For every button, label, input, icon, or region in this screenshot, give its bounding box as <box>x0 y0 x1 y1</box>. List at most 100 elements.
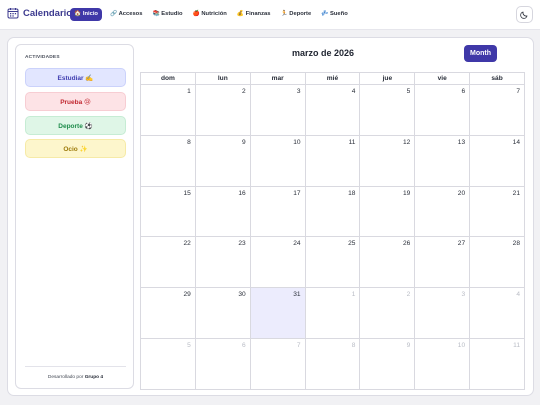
day-number: 2 <box>406 291 411 299</box>
day-cell[interactable]: 20 <box>415 186 471 238</box>
activity-prueba[interactable]: Prueba 😢 <box>25 92 126 111</box>
day-cell[interactable]: 19 <box>360 186 416 238</box>
day-cell[interactable]: 11 <box>305 135 361 187</box>
day-number: 24 <box>293 240 301 248</box>
day-cell-other-month[interactable]: 5 <box>141 339 196 390</box>
footer-group-name: Grupo 4 <box>84 375 104 380</box>
theme-toggle-button[interactable] <box>516 6 533 23</box>
day-number: 14 <box>512 138 520 146</box>
calendar-icon <box>7 7 19 19</box>
day-cell[interactable]: 2 <box>195 85 251 136</box>
day-number: 21 <box>512 189 520 197</box>
day-number: 9 <box>242 138 246 146</box>
sidebar-divider <box>25 366 126 367</box>
day-number: 9 <box>406 342 411 350</box>
day-cell-other-month[interactable]: 10 <box>415 339 471 390</box>
day-number: 6 <box>242 342 246 350</box>
day-number: 27 <box>457 240 466 248</box>
day-cell[interactable]: 26 <box>360 237 416 289</box>
day-cell-today[interactable]: 31 <box>250 288 306 340</box>
day-cell[interactable]: 3 <box>250 85 306 136</box>
day-number: 3 <box>296 88 301 95</box>
day-cell[interactable]: 6 <box>415 85 471 136</box>
day-cell-other-month[interactable]: 11 <box>470 339 525 390</box>
day-number: 23 <box>238 240 246 248</box>
day-cell[interactable]: 29 <box>141 288 196 340</box>
nav-item-accesos[interactable]: 🔗 Accesos <box>108 8 144 21</box>
day-number: 4 <box>516 291 520 299</box>
day-cell-other-month[interactable]: 7 <box>250 339 306 390</box>
day-cell[interactable]: 25 <box>305 237 361 289</box>
day-number: 1 <box>351 291 356 299</box>
day-cell[interactable]: 21 <box>470 186 525 238</box>
day-cell[interactable]: 1 <box>141 85 196 136</box>
day-cell[interactable]: 14 <box>470 135 525 187</box>
day-cell[interactable]: 17 <box>250 186 306 238</box>
weekday-header: mar <box>250 73 306 85</box>
brand[interactable]: Calendario <box>7 7 72 19</box>
day-number: 11 <box>513 342 520 350</box>
day-number: 26 <box>402 240 411 248</box>
day-cell-other-month[interactable]: 1 <box>305 288 361 340</box>
day-number: 17 <box>293 189 301 197</box>
day-cell-other-month[interactable]: 4 <box>470 288 525 340</box>
day-number: 31 <box>293 291 301 299</box>
day-cell[interactable]: 28 <box>470 237 525 289</box>
day-cell[interactable]: 27 <box>415 237 471 289</box>
day-cell-other-month[interactable]: 9 <box>360 339 416 390</box>
day-cell[interactable]: 13 <box>415 135 471 187</box>
day-number: 16 <box>238 189 246 197</box>
nav-item-nutricion[interactable]: 🍎 Nutrición <box>191 8 229 21</box>
day-cell[interactable]: 8 <box>141 135 196 187</box>
nav-item-estudio[interactable]: 📚 Estudio <box>150 8 184 21</box>
day-number: 15 <box>183 189 191 197</box>
day-cell[interactable]: 10 <box>250 135 306 187</box>
weekday-header: sáb <box>470 73 525 85</box>
day-cell[interactable]: 5 <box>360 85 416 136</box>
day-cell-other-month[interactable]: 8 <box>305 339 361 390</box>
day-cell[interactable]: 12 <box>360 135 416 187</box>
day-number: 11 <box>348 138 356 146</box>
day-cell[interactable]: 30 <box>195 288 251 340</box>
day-number: 2 <box>242 88 246 95</box>
activity-deporte[interactable]: Deporte ⚽ <box>25 116 126 135</box>
day-number: 5 <box>187 342 191 350</box>
day-cell[interactable]: 4 <box>305 85 361 136</box>
day-number: 8 <box>351 342 356 350</box>
day-cell-other-month[interactable]: 3 <box>415 288 471 340</box>
activity-estudiar[interactable]: Estudiar ✍️ <box>25 68 126 87</box>
day-cell[interactable]: 16 <box>195 186 251 238</box>
day-number: 3 <box>461 291 466 299</box>
day-cell[interactable]: 7 <box>470 85 525 136</box>
day-number: 12 <box>402 138 411 146</box>
day-number: 10 <box>293 138 301 146</box>
day-number: 1 <box>187 88 191 95</box>
day-number: 25 <box>348 240 356 248</box>
activity-ocio[interactable]: Ocio ✨ <box>25 139 126 158</box>
day-cell[interactable]: 22 <box>141 237 196 289</box>
weekday-header: jue <box>360 73 416 85</box>
moon-icon <box>520 6 529 24</box>
day-cell[interactable]: 15 <box>141 186 196 238</box>
calendar-grid: dom lun mar mié jue vie sáb 1 2 3 4 5 6 … <box>140 72 525 390</box>
day-cell[interactable]: 9 <box>195 135 251 187</box>
day-cell[interactable]: 18 <box>305 186 361 238</box>
day-number: 5 <box>406 88 411 95</box>
day-cell-other-month[interactable]: 6 <box>195 339 251 390</box>
footer-prefix: Desarrollado por <box>47 375 84 380</box>
nav-item-finanzas[interactable]: 💰 Finanzas <box>235 8 273 21</box>
nav-item-inicio[interactable]: 🏠 Inicio <box>70 8 102 21</box>
day-number: 20 <box>457 189 466 197</box>
day-number: 19 <box>402 189 411 197</box>
month-view-button[interactable]: Month <box>464 45 497 62</box>
day-cell[interactable]: 23 <box>195 237 251 289</box>
day-cell-other-month[interactable]: 2 <box>360 288 416 340</box>
nav-item-sueno[interactable]: 💤 Sueño <box>319 8 350 21</box>
nav-item-deporte[interactable]: 🏃 Deporte <box>278 8 313 21</box>
day-number: 30 <box>238 291 246 299</box>
day-cell[interactable]: 24 <box>250 237 306 289</box>
day-number: 29 <box>183 291 191 299</box>
main-nav: 🏠 Inicio 🔗 Accesos 📚 Estudio 🍎 Nutrición… <box>70 8 350 21</box>
weekday-header: mié <box>305 73 361 85</box>
sidebar-footer: Desarrollado por Grupo 4 <box>16 375 135 380</box>
